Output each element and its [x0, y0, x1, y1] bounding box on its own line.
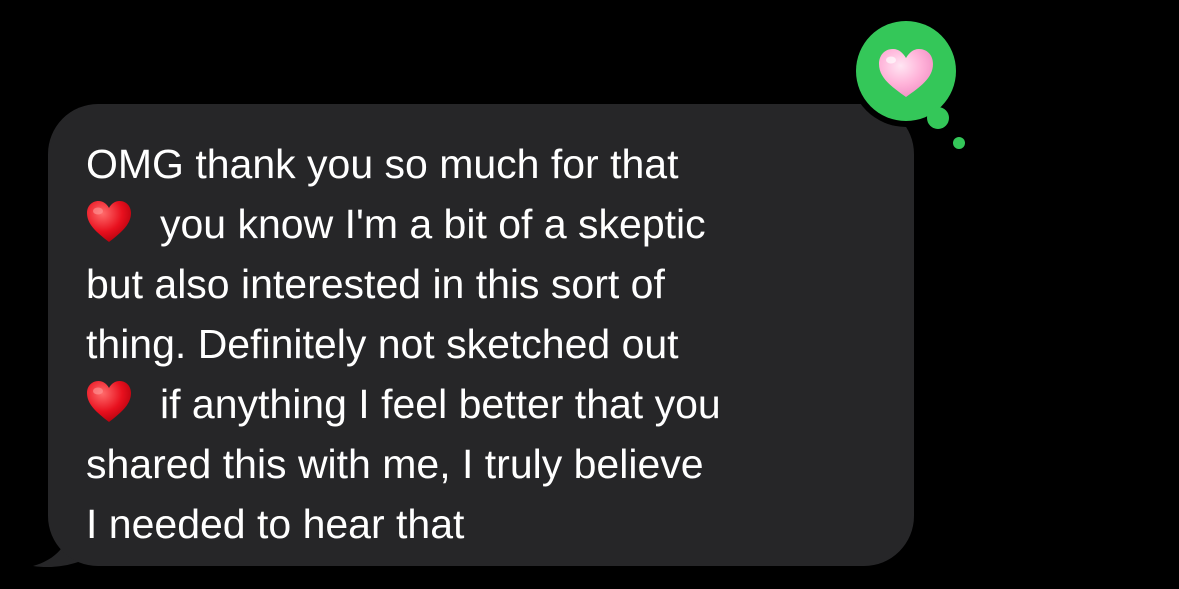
message-line: you know I'm a bit of a skeptic: [86, 194, 884, 254]
message-line-text: shared this with me, I truly believe: [86, 441, 704, 487]
message-bubble[interactable]: OMG thank you so much for that you know …: [48, 104, 914, 566]
message-line: OMG thank you so much for that: [86, 134, 884, 194]
message-line: I needed to hear that: [86, 494, 884, 554]
message-line-text: thing. Definitely not sketched out: [86, 321, 679, 367]
message-line: if anything I feel better that you: [86, 374, 884, 434]
message-line-text: you know I'm a bit of a skeptic: [160, 201, 706, 247]
message-line-text: if anything I feel better that you: [160, 381, 721, 427]
message-line: shared this with me, I truly believe: [86, 434, 884, 494]
message-line-text: I needed to hear that: [86, 501, 465, 547]
message-line-text: OMG thank you so much for that: [86, 141, 679, 187]
message-line: thing. Definitely not sketched out: [86, 314, 884, 374]
conversation-view: OMG thank you so much for that you know …: [0, 0, 1179, 589]
red-heart-icon: [87, 381, 131, 422]
message-line: but also interested in this sort of: [86, 254, 884, 314]
red-heart-icon: [87, 201, 131, 242]
message-line-text: but also interested in this sort of: [86, 261, 665, 307]
